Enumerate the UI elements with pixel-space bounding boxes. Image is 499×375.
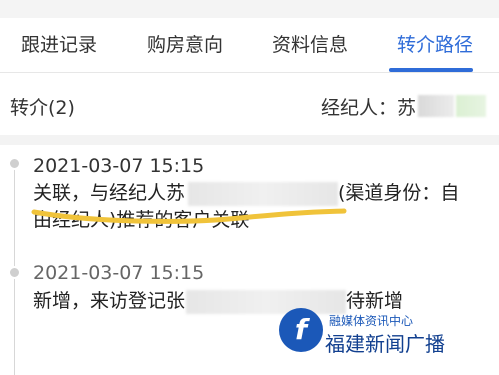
- watermark-subtitle: 融媒体资讯中心: [329, 314, 414, 328]
- watermark-title: 福建新闻广播: [325, 332, 445, 356]
- timeline-dot: [8, 157, 21, 170]
- redacted-agent-name-tail: [456, 95, 486, 117]
- redacted-block: [188, 182, 338, 206]
- agent-label: 经纪人：苏: [321, 97, 417, 119]
- timeline-dot: [8, 266, 21, 279]
- tab-referral-path[interactable]: 转介路径: [397, 18, 473, 73]
- tab-purchase-intent[interactable]: 购房意向: [147, 18, 223, 73]
- tab-profile-info[interactable]: 资料信息: [272, 18, 348, 73]
- entry-timestamp: 2021-03-07 15:15: [33, 155, 205, 177]
- broadcast-logo-icon: f: [279, 308, 323, 352]
- entry-text-line1-prefix: 关联，与经纪人苏: [33, 182, 186, 204]
- highlight-underline: [31, 208, 347, 224]
- news-watermark: f 融媒体资讯中心 福建新闻广播: [279, 308, 469, 368]
- entry-text-line1-prefix: 新增，来访登记张: [33, 290, 186, 312]
- active-tab-indicator: [389, 68, 473, 72]
- redacted-agent-name: [418, 95, 454, 117]
- entry-text-line1-suffix: (渠道身份：自: [338, 182, 460, 204]
- referral-header: 转介(2) 经纪人：苏: [0, 73, 499, 145]
- tab-follow-up[interactable]: 跟进记录: [21, 18, 97, 73]
- status-bar-remnant: [0, 0, 499, 18]
- referral-count: 转介(2): [10, 97, 75, 119]
- entry-timestamp: 2021-03-07 15:15: [33, 262, 205, 284]
- tab-bar: 跟进记录 购房意向 资料信息 转介路径: [0, 18, 499, 73]
